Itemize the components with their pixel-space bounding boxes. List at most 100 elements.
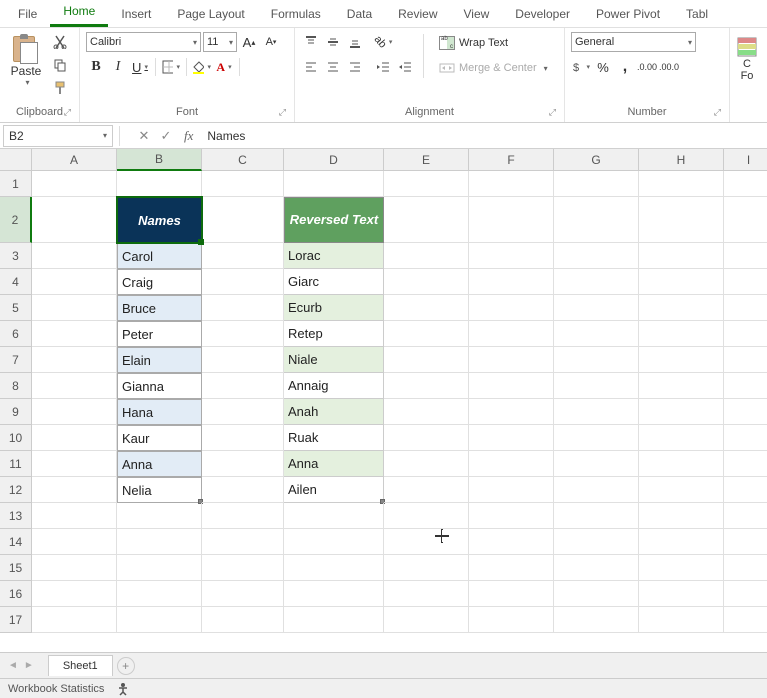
- align-center-button[interactable]: [323, 57, 343, 77]
- increase-indent-button[interactable]: [395, 57, 415, 77]
- wrap-text-button[interactable]: abc Wrap Text: [432, 32, 555, 54]
- comma-button[interactable]: ,: [615, 57, 635, 77]
- copy-button[interactable]: [50, 55, 70, 75]
- row-header-9[interactable]: 9: [0, 399, 32, 425]
- cell-F4[interactable]: [469, 269, 554, 295]
- cell-B6[interactable]: Peter: [117, 321, 202, 347]
- decrease-decimal-button[interactable]: .00.0: [659, 57, 679, 77]
- cell-H2[interactable]: [639, 197, 724, 243]
- cell-D12[interactable]: Ailen: [284, 477, 384, 503]
- cell-B15[interactable]: [117, 555, 202, 581]
- cell-H6[interactable]: [639, 321, 724, 347]
- cell-I1[interactable]: [724, 171, 767, 197]
- cell-E13[interactable]: [384, 503, 469, 529]
- cell-A2[interactable]: [32, 197, 117, 243]
- cell-D7[interactable]: Niale: [284, 347, 384, 373]
- cell-G6[interactable]: [554, 321, 639, 347]
- cancel-formula-button[interactable]: ✕: [134, 126, 154, 146]
- cell-D4[interactable]: Giarc: [284, 269, 384, 295]
- tab-table[interactable]: Tabl: [673, 1, 721, 27]
- cell-C8[interactable]: [202, 373, 284, 399]
- align-bottom-button[interactable]: [345, 32, 365, 52]
- col-header-F[interactable]: F: [469, 149, 554, 171]
- col-header-B[interactable]: B: [117, 149, 202, 171]
- fx-icon[interactable]: fx: [184, 128, 193, 144]
- cell-B8[interactable]: Gianna: [117, 373, 202, 399]
- format-painter-button[interactable]: [50, 78, 70, 98]
- sheet-tab-sheet1[interactable]: Sheet1: [48, 655, 113, 676]
- workbook-stats-label[interactable]: Workbook Statistics: [8, 683, 104, 695]
- cell-A17[interactable]: [32, 607, 117, 633]
- cell-G11[interactable]: [554, 451, 639, 477]
- cell-G3[interactable]: [554, 243, 639, 269]
- expand-icon[interactable]: ⤢: [64, 107, 71, 118]
- cell-F5[interactable]: [469, 295, 554, 321]
- align-middle-button[interactable]: [323, 32, 343, 52]
- cell-A5[interactable]: [32, 295, 117, 321]
- cell-I16[interactable]: [724, 581, 767, 607]
- cell-C6[interactable]: [202, 321, 284, 347]
- increase-decimal-button[interactable]: .0.00: [637, 57, 657, 77]
- cell-D6[interactable]: Retep: [284, 321, 384, 347]
- cell-D5[interactable]: Ecurb: [284, 295, 384, 321]
- cell-D11[interactable]: Anna: [284, 451, 384, 477]
- cell-I2[interactable]: [724, 197, 767, 243]
- cell-C4[interactable]: [202, 269, 284, 295]
- row-header-17[interactable]: 17: [0, 607, 32, 633]
- cell-F12[interactable]: [469, 477, 554, 503]
- cell-F1[interactable]: [469, 171, 554, 197]
- cell-B4[interactable]: Craig: [117, 269, 202, 295]
- font-size-combo[interactable]: 11▾: [203, 32, 237, 52]
- cell-C13[interactable]: [202, 503, 284, 529]
- cell-B16[interactable]: [117, 581, 202, 607]
- decrease-indent-button[interactable]: [373, 57, 393, 77]
- cell-F13[interactable]: [469, 503, 554, 529]
- cell-E9[interactable]: [384, 399, 469, 425]
- col-header-G[interactable]: G: [554, 149, 639, 171]
- cell-C1[interactable]: [202, 171, 284, 197]
- cell-E8[interactable]: [384, 373, 469, 399]
- cell-E11[interactable]: [384, 451, 469, 477]
- cell-G7[interactable]: [554, 347, 639, 373]
- sheet-nav-prev[interactable]: ◄: [8, 660, 18, 671]
- cell-F3[interactable]: [469, 243, 554, 269]
- cell-D15[interactable]: [284, 555, 384, 581]
- cell-B17[interactable]: [117, 607, 202, 633]
- expand-icon[interactable]: ⤢: [549, 107, 556, 118]
- cell-B11[interactable]: Anna: [117, 451, 202, 477]
- cell-A14[interactable]: [32, 529, 117, 555]
- cell-E14[interactable]: [384, 529, 469, 555]
- cell-E15[interactable]: [384, 555, 469, 581]
- cell-H11[interactable]: [639, 451, 724, 477]
- col-header-D[interactable]: D: [284, 149, 384, 171]
- font-color-button[interactable]: A▾: [214, 57, 234, 77]
- cell-I12[interactable]: [724, 477, 767, 503]
- name-box[interactable]: B2▾: [3, 125, 113, 147]
- cell-G17[interactable]: [554, 607, 639, 633]
- align-right-button[interactable]: [345, 57, 365, 77]
- cell-E10[interactable]: [384, 425, 469, 451]
- cell-C16[interactable]: [202, 581, 284, 607]
- cell-A1[interactable]: [32, 171, 117, 197]
- cell-C7[interactable]: [202, 347, 284, 373]
- row-header-14[interactable]: 14: [0, 529, 32, 555]
- cell-H7[interactable]: [639, 347, 724, 373]
- tab-formulas[interactable]: Formulas: [258, 1, 334, 27]
- cell-C17[interactable]: [202, 607, 284, 633]
- number-format-combo[interactable]: General▾: [571, 32, 696, 52]
- cell-G13[interactable]: [554, 503, 639, 529]
- increase-font-button[interactable]: A▴: [239, 32, 259, 52]
- cell-D16[interactable]: [284, 581, 384, 607]
- col-header-A[interactable]: A: [32, 149, 117, 171]
- row-header-4[interactable]: 4: [0, 269, 32, 295]
- cell-D14[interactable]: [284, 529, 384, 555]
- cell-C5[interactable]: [202, 295, 284, 321]
- underline-button[interactable]: U▾: [130, 57, 150, 77]
- col-header-I[interactable]: I: [724, 149, 767, 171]
- cell-I9[interactable]: [724, 399, 767, 425]
- cell-H15[interactable]: [639, 555, 724, 581]
- cell-A9[interactable]: [32, 399, 117, 425]
- cell-E4[interactable]: [384, 269, 469, 295]
- cell-B1[interactable]: [117, 171, 202, 197]
- cell-G4[interactable]: [554, 269, 639, 295]
